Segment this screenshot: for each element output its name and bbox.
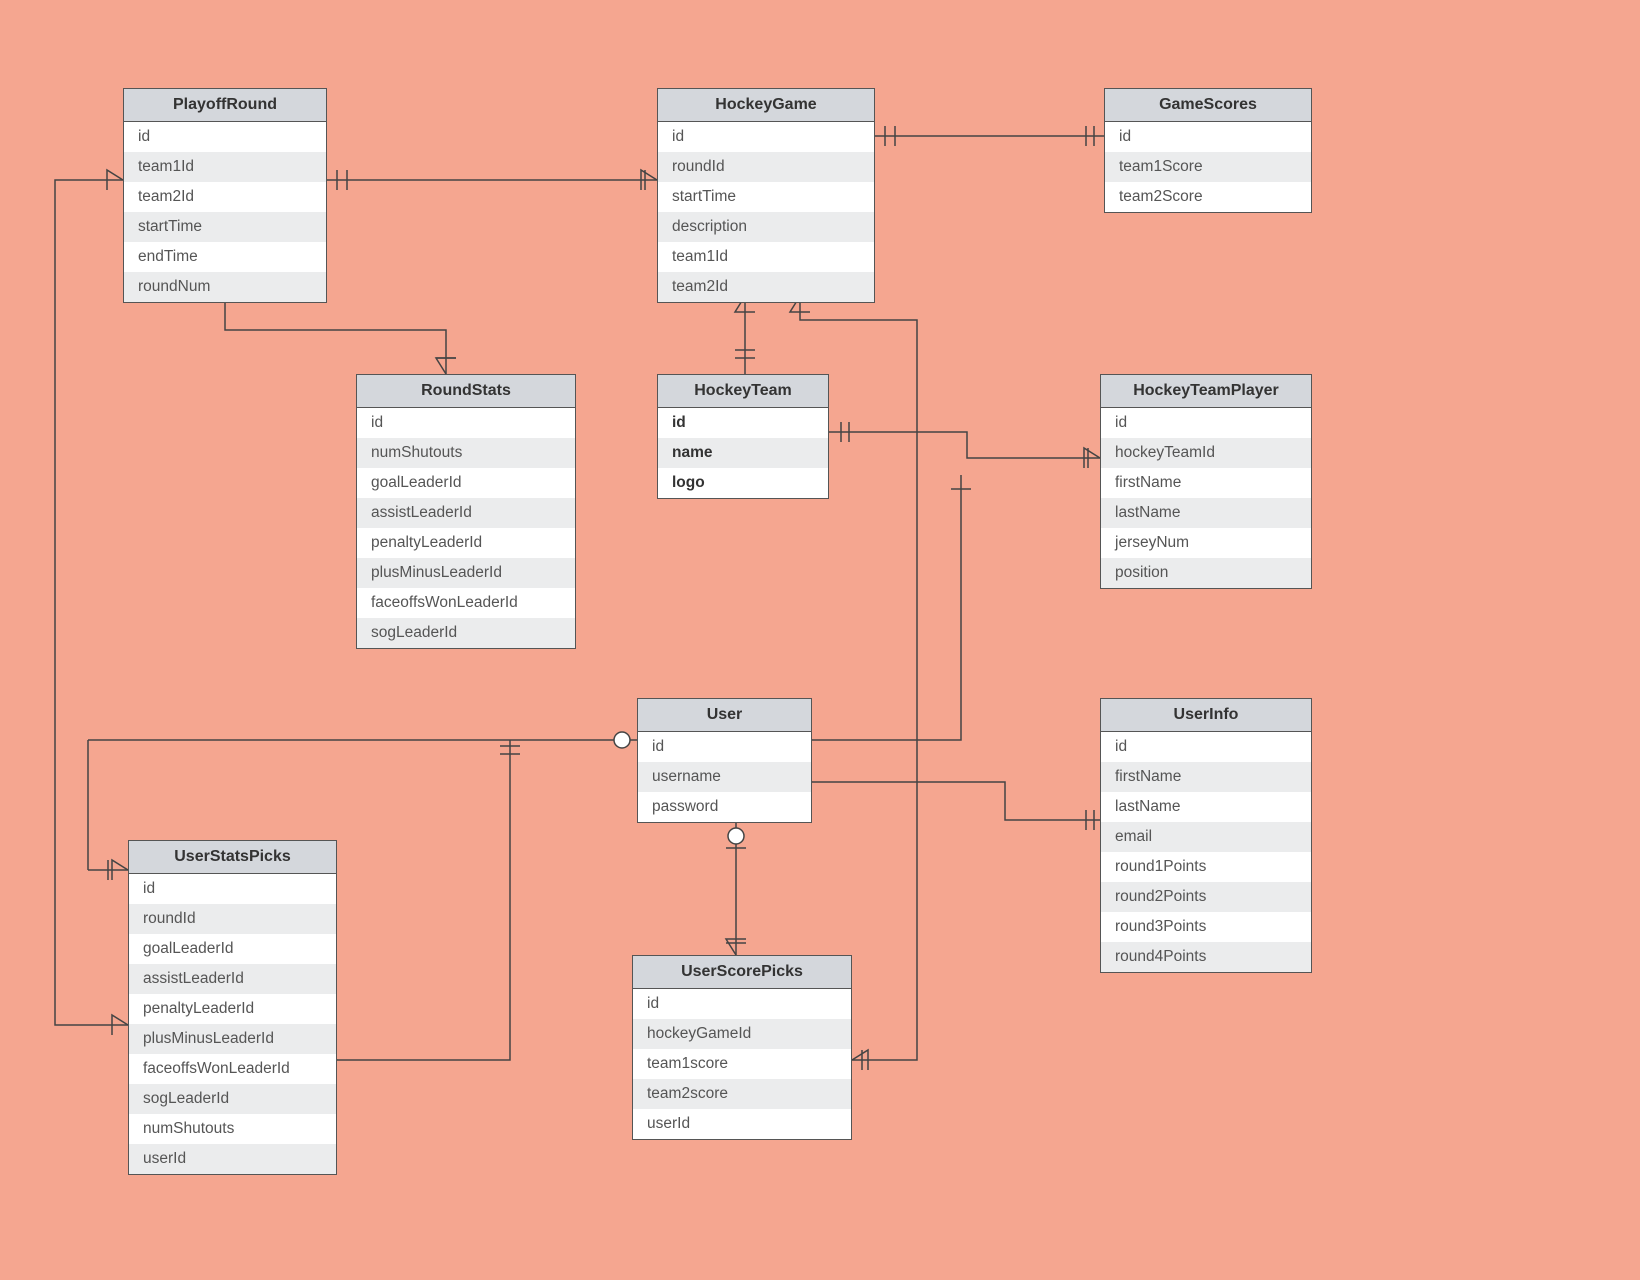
field: position: [1101, 558, 1311, 588]
entity-title: UserInfo: [1101, 699, 1311, 732]
field: startTime: [124, 212, 326, 242]
field: team1score: [633, 1049, 851, 1079]
field: password: [638, 792, 811, 822]
field: username: [638, 762, 811, 792]
entity-rows: id team1Id team2Id startTime endTime rou…: [124, 122, 326, 302]
field: assistLeaderId: [357, 498, 575, 528]
field: faceoffsWonLeaderId: [357, 588, 575, 618]
field: round4Points: [1101, 942, 1311, 972]
field: id: [638, 732, 811, 762]
entity-rows: id team1Score team2Score: [1105, 122, 1311, 212]
field: assistLeaderId: [129, 964, 336, 994]
field: team1Score: [1105, 152, 1311, 182]
field: penaltyLeaderId: [357, 528, 575, 558]
entity-title: UserScorePicks: [633, 956, 851, 989]
field: description: [658, 212, 874, 242]
field: firstName: [1101, 468, 1311, 498]
entity-rows: id numShutouts goalLeaderId assistLeader…: [357, 408, 575, 648]
field: id: [124, 122, 326, 152]
field: id: [658, 408, 828, 438]
field: userId: [129, 1144, 336, 1174]
entity-title: PlayoffRound: [124, 89, 326, 122]
entity-user-info: UserInfo id firstName lastName email rou…: [1100, 698, 1312, 973]
field: penaltyLeaderId: [129, 994, 336, 1024]
field: jerseyNum: [1101, 528, 1311, 558]
entity-rows: id username password: [638, 732, 811, 822]
field: logo: [658, 468, 828, 498]
field: sogLeaderId: [357, 618, 575, 648]
field: round3Points: [1101, 912, 1311, 942]
field: numShutouts: [129, 1114, 336, 1144]
entity-rows: id name logo: [658, 408, 828, 498]
field: roundId: [129, 904, 336, 934]
field: roundNum: [124, 272, 326, 302]
field: faceoffsWonLeaderId: [129, 1054, 336, 1084]
entity-rows: id hockeyTeamId firstName lastName jerse…: [1101, 408, 1311, 588]
field: hockeyTeamId: [1101, 438, 1311, 468]
entity-title: UserStatsPicks: [129, 841, 336, 874]
field: id: [357, 408, 575, 438]
field: endTime: [124, 242, 326, 272]
field: hockeyGameId: [633, 1019, 851, 1049]
entity-game-scores: GameScores id team1Score team2Score: [1104, 88, 1312, 213]
entity-user-stats-picks: UserStatsPicks id roundId goalLeaderId a…: [128, 840, 337, 1175]
field: team2Score: [1105, 182, 1311, 212]
field: id: [1105, 122, 1311, 152]
entity-rows: id roundId goalLeaderId assistLeaderId p…: [129, 874, 336, 1174]
field: lastName: [1101, 792, 1311, 822]
field: id: [129, 874, 336, 904]
field: team2Id: [658, 272, 874, 302]
field: sogLeaderId: [129, 1084, 336, 1114]
field: id: [1101, 732, 1311, 762]
entity-hockey-game: HockeyGame id roundId startTime descript…: [657, 88, 875, 303]
entity-hockey-team: HockeyTeam id name logo: [657, 374, 829, 499]
entity-title: HockeyGame: [658, 89, 874, 122]
field: email: [1101, 822, 1311, 852]
field: team1Id: [658, 242, 874, 272]
field: id: [658, 122, 874, 152]
field: id: [1101, 408, 1311, 438]
entity-round-stats: RoundStats id numShutouts goalLeaderId a…: [356, 374, 576, 649]
field: goalLeaderId: [129, 934, 336, 964]
entity-user: User id username password: [637, 698, 812, 823]
field: team1Id: [124, 152, 326, 182]
field: lastName: [1101, 498, 1311, 528]
field: goalLeaderId: [357, 468, 575, 498]
field: round2Points: [1101, 882, 1311, 912]
field: plusMinusLeaderId: [357, 558, 575, 588]
entity-user-score-picks: UserScorePicks id hockeyGameId team1scor…: [632, 955, 852, 1140]
field: plusMinusLeaderId: [129, 1024, 336, 1054]
entity-title: RoundStats: [357, 375, 575, 408]
field: startTime: [658, 182, 874, 212]
entity-rows: id hockeyGameId team1score team2score us…: [633, 989, 851, 1139]
entity-rows: id roundId startTime description team1Id…: [658, 122, 874, 302]
entity-title: GameScores: [1105, 89, 1311, 122]
entity-title: User: [638, 699, 811, 732]
field: team2Id: [124, 182, 326, 212]
field: roundId: [658, 152, 874, 182]
entity-rows: id firstName lastName email round1Points…: [1101, 732, 1311, 972]
field: userId: [633, 1109, 851, 1139]
field: round1Points: [1101, 852, 1311, 882]
field: id: [633, 989, 851, 1019]
field: firstName: [1101, 762, 1311, 792]
entity-playoff-round: PlayoffRound id team1Id team2Id startTim…: [123, 88, 327, 303]
entity-hockey-team-player: HockeyTeamPlayer id hockeyTeamId firstNa…: [1100, 374, 1312, 589]
field: name: [658, 438, 828, 468]
field: numShutouts: [357, 438, 575, 468]
entity-title: HockeyTeamPlayer: [1101, 375, 1311, 408]
field: team2score: [633, 1079, 851, 1109]
entity-title: HockeyTeam: [658, 375, 828, 408]
